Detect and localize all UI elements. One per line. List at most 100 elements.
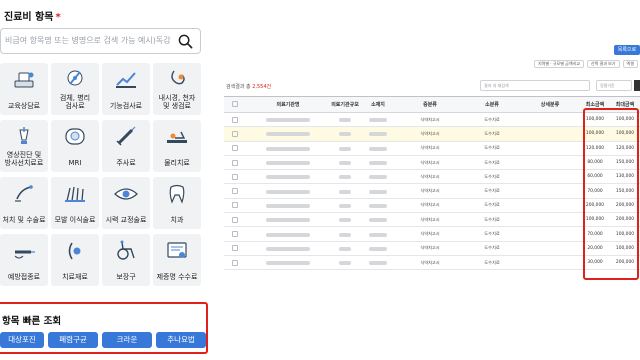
row-checkbox[interactable] bbox=[232, 188, 238, 195]
tile-endoscope[interactable]: 내시경, 천자 및 생검료 bbox=[153, 63, 201, 115]
tile-consult[interactable]: 교육상담료 bbox=[0, 63, 48, 115]
col-header[interactable]: 소분류 bbox=[464, 96, 520, 113]
row-checkbox[interactable] bbox=[232, 159, 238, 166]
table-row[interactable]: 식약처고시 도수치료 100,000 100,000 bbox=[224, 112, 640, 128]
row-check-cell bbox=[224, 241, 246, 256]
select-all-checkbox[interactable] bbox=[232, 101, 238, 108]
row-check-cell bbox=[224, 226, 246, 242]
results-table: 의료기관명 의료기관규모 소재지 중분류 소분류 상세분류 최소금액 최대금액 … bbox=[224, 96, 640, 271]
hospital-size-cell bbox=[330, 141, 360, 156]
redacted-name bbox=[266, 232, 310, 237]
row-checkbox[interactable] bbox=[232, 216, 238, 223]
page: 진료비 항목 * 비급여 항목명 또는 병명으로 검색 가능 예시)독감 교육상담… bbox=[0, 0, 640, 360]
table-row[interactable]: 식약처고시 도수치료 20,000 100,000 bbox=[224, 241, 640, 256]
table-row[interactable]: 식약처고시 도수치료 70,000 150,000 bbox=[224, 183, 640, 199]
tile-hair-transplant[interactable]: 모발 이식술료 bbox=[51, 177, 99, 229]
tile-material[interactable]: 치료재료 bbox=[51, 234, 99, 286]
table-row[interactable]: 식약처고시 도수치료 70,000 100,000 bbox=[224, 226, 640, 242]
redacted-location bbox=[369, 218, 387, 223]
max-price-cell: 120,000 bbox=[610, 141, 640, 156]
mid-category-cell: 식약처고시 bbox=[396, 241, 464, 256]
min-price-cell: 30,000 bbox=[580, 255, 610, 271]
row-checkbox[interactable] bbox=[232, 259, 238, 266]
col-header[interactable]: 중분류 bbox=[396, 96, 464, 113]
redacted-location bbox=[369, 118, 387, 123]
sort-toggle[interactable] bbox=[634, 80, 640, 91]
col-header[interactable]: 최소금액 bbox=[580, 96, 610, 113]
tile-surgery[interactable]: 처치 및 수술료 bbox=[0, 177, 48, 229]
location-cell bbox=[360, 126, 396, 142]
col-header[interactable]: 상세분류 bbox=[520, 96, 580, 113]
min-price-cell: 200,000 bbox=[580, 198, 610, 214]
tile-function-test[interactable]: 기능검사료 bbox=[102, 63, 150, 115]
redacted-size bbox=[339, 118, 351, 123]
hospital-name-cell bbox=[246, 183, 330, 199]
row-check-cell bbox=[224, 255, 246, 271]
redacted-location bbox=[369, 146, 387, 151]
row-checkbox[interactable] bbox=[232, 145, 238, 152]
quick-chip-chuna[interactable]: 추나요법 bbox=[156, 332, 206, 348]
hospital-size-cell bbox=[330, 212, 360, 228]
table-row[interactable]: 식약처고시 도수치료 100,000 200,000 bbox=[224, 212, 640, 228]
category-panel: 진료비 항목 * 비급여 항목명 또는 병명으로 검색 가능 예시)독감 교육상담… bbox=[0, 0, 214, 360]
table-row[interactable]: 식약처고시 도수치료 80,000 150,000 bbox=[224, 155, 640, 171]
row-check-cell bbox=[224, 126, 246, 142]
list-button[interactable]: 목록으로 bbox=[614, 45, 640, 55]
redacted-size bbox=[339, 203, 351, 208]
tile-eye[interactable]: 시력 교정술료 bbox=[102, 177, 150, 229]
quick-search-box: 항목 빠른 조회 대상포진 폐렴구균 크라운 추나요법 bbox=[0, 302, 208, 354]
row-checkbox[interactable] bbox=[232, 245, 238, 252]
location-cell bbox=[360, 226, 396, 242]
quick-chip-pneumococcal[interactable]: 폐렴구균 bbox=[48, 332, 98, 348]
quick-chip-crown[interactable]: 크라운 bbox=[102, 332, 152, 348]
row-checkbox[interactable] bbox=[232, 116, 238, 123]
tile-tooth[interactable]: 치과 bbox=[153, 177, 201, 229]
quick-chip-shingles[interactable]: 대상포진 bbox=[0, 332, 44, 348]
location-cell bbox=[360, 183, 396, 199]
sort-select[interactable]: 정렬기준 bbox=[596, 80, 632, 91]
compare-button[interactable]: 지역별 · 규모별 금액비교 bbox=[534, 60, 584, 68]
filter-input[interactable]: 결과 내 재검색 bbox=[480, 80, 590, 91]
col-header[interactable]: 의료기관명 bbox=[246, 96, 330, 113]
col-header[interactable]: 소재지 bbox=[360, 96, 396, 113]
row-checkbox[interactable] bbox=[232, 130, 238, 137]
search-icon[interactable] bbox=[178, 34, 193, 49]
excel-button[interactable]: 엑셀 bbox=[622, 60, 638, 68]
detail-category-cell bbox=[520, 212, 580, 228]
table-row[interactable]: 식약처고시 도수치료 200,000 200,000 bbox=[224, 198, 640, 214]
tile-specimen[interactable]: 검체, 병리 검사료 bbox=[51, 63, 99, 115]
tile-label: 물리치료 bbox=[164, 159, 190, 167]
vaccine-icon bbox=[14, 250, 35, 259]
row-checkbox[interactable] bbox=[232, 231, 238, 238]
table-row[interactable]: 식약처고시 도수치료 120,000 120,000 bbox=[224, 141, 640, 156]
tile-physical-therapy[interactable]: 물리치료 bbox=[153, 120, 201, 172]
col-header[interactable]: 의료기관규모 bbox=[330, 96, 360, 113]
search-input[interactable]: 비급여 항목명 또는 병명으로 검색 가능 예시)독감 bbox=[0, 28, 201, 54]
tile-injection[interactable]: 주사료 bbox=[102, 120, 150, 172]
tile-mri[interactable]: MRI bbox=[51, 120, 99, 172]
tile-label: 치과 bbox=[170, 216, 184, 224]
hospital-size-cell bbox=[330, 198, 360, 214]
location-cell bbox=[360, 155, 396, 171]
tile-vaccine[interactable]: 예방접종료 bbox=[0, 234, 48, 286]
redacted-name bbox=[266, 203, 310, 208]
tile-label: 예방접종료 bbox=[7, 273, 41, 281]
row-checkbox[interactable] bbox=[232, 173, 238, 180]
row-checkbox[interactable] bbox=[232, 202, 238, 209]
tile-label: 처치 및 수술료 bbox=[2, 216, 46, 224]
view-selected-button[interactable]: 선택 결과 보기 bbox=[586, 60, 620, 68]
redacted-location bbox=[369, 203, 387, 208]
tile-wheelchair[interactable]: 보장구 bbox=[102, 234, 150, 286]
table-row[interactable]: 식약처고시 도수치료 100,000 100,000 bbox=[224, 126, 640, 142]
table-row[interactable]: 식약처고시 도수치료 30,000 200,000 bbox=[224, 255, 640, 271]
table-row[interactable]: 식약처고시 도수치료 60,000 130,000 bbox=[224, 169, 640, 185]
section-title-text: 진료비 항목 bbox=[4, 12, 54, 23]
tile-xray[interactable]: 영상진단 및 방사선치료료 bbox=[0, 120, 48, 172]
max-price-cell: 130,000 bbox=[610, 169, 640, 185]
col-header[interactable]: 최대금액 bbox=[610, 96, 640, 113]
location-cell bbox=[360, 241, 396, 256]
row-check-cell bbox=[224, 169, 246, 185]
tile-certificate[interactable]: 제증명 수수료 bbox=[153, 234, 201, 286]
physical-therapy-icon bbox=[167, 131, 187, 143]
min-price-cell: 70,000 bbox=[580, 183, 610, 199]
